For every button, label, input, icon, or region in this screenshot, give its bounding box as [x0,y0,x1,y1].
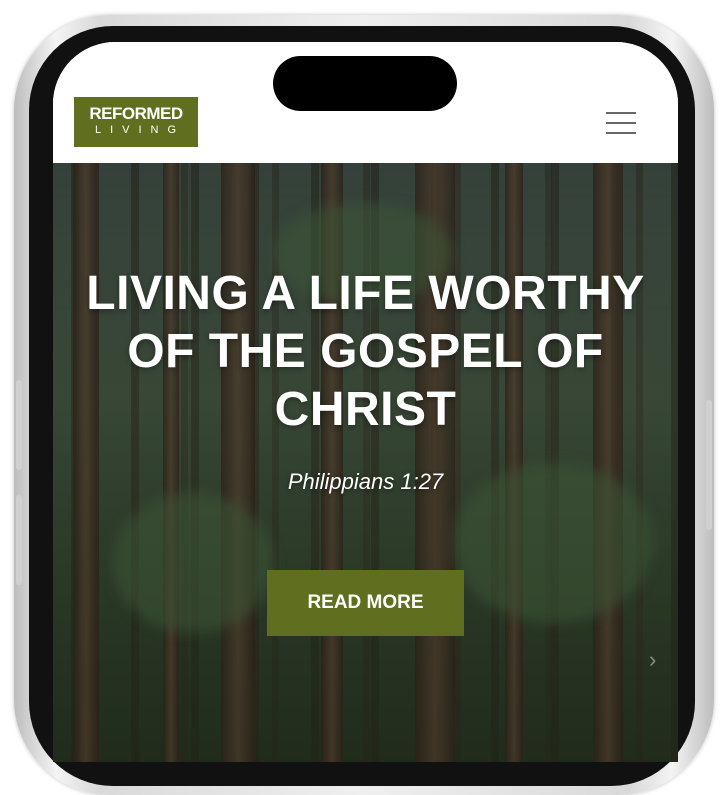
chevron-right-icon[interactable]: › [649,647,656,673]
foliage [113,493,273,633]
tree-trunk [505,163,523,762]
tree-trunk [221,163,255,762]
logo-bottom-text: LIVING [94,124,186,136]
hamburger-menu-icon[interactable] [606,110,638,136]
phone-side-button [16,380,22,470]
dynamic-island [273,56,457,111]
phone-side-button [16,495,22,585]
tree-trunk [593,163,623,762]
logo-top-text: REFORMED [89,104,183,123]
tree-trunk [163,163,179,762]
site-logo[interactable]: REFORMED LIVING [74,97,198,147]
scripture-reference: Philippians 1:27 [287,469,444,494]
tree-trunk [73,163,99,762]
hero-banner: LIVING A LIFE WORTHY OF THE GOSPEL OF CH… [53,163,678,762]
phone-power-button [706,400,712,530]
read-more-button[interactable]: READ MORE [267,570,464,636]
phone-screen: REFORMED LIVING LIVING A LIFE WORTHY OF … [53,42,678,762]
hero-title: LIVING A LIFE WORTHY OF THE GOSPEL OF CH… [86,267,645,436]
